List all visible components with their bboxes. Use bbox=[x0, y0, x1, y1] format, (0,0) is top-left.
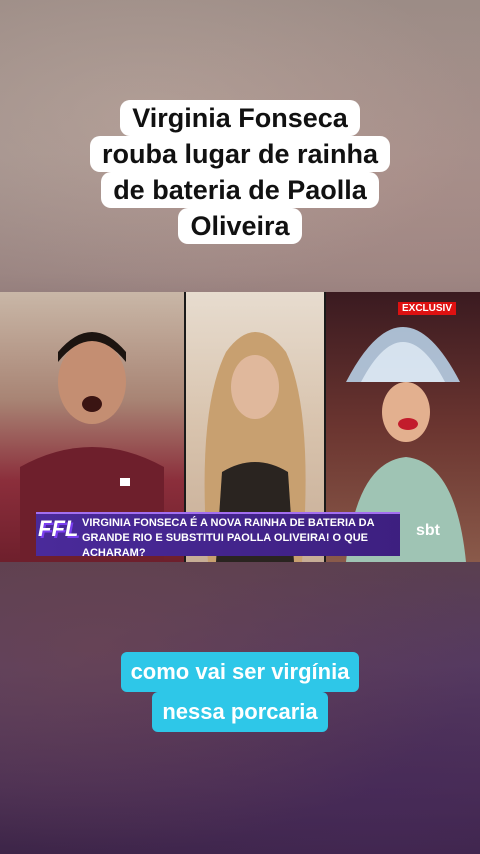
caption-line: nessa porcaria bbox=[152, 692, 328, 732]
headline-line: rouba lugar de rainha bbox=[89, 136, 391, 172]
headline-overlay: Virginia Fonseca rouba lugar de rainha d… bbox=[0, 100, 480, 244]
channel-logo: sbt bbox=[416, 522, 440, 539]
video-frame[interactable]: EXCLUSIV FFL VIRGINIA FONSECA É A NOVA R… bbox=[0, 292, 480, 562]
headline-line: Virginia Fonseca bbox=[120, 100, 360, 136]
show-logo: FFL bbox=[38, 516, 79, 541]
exclusive-badge: EXCLUSIV bbox=[397, 302, 456, 315]
caption-overlay: como vai ser virgínia nessa porcaria bbox=[0, 652, 480, 732]
headline-line: de bateria de Paolla bbox=[101, 172, 379, 208]
headline-line: Oliveira bbox=[178, 208, 302, 244]
ticker-text: VIRGINIA FONSECA É A NOVA RAINHA DE BATE… bbox=[82, 517, 375, 559]
caption-line: como vai ser virgínia bbox=[120, 652, 360, 692]
news-ticker: FFL VIRGINIA FONSECA É A NOVA RAINHA DE … bbox=[0, 512, 480, 559]
